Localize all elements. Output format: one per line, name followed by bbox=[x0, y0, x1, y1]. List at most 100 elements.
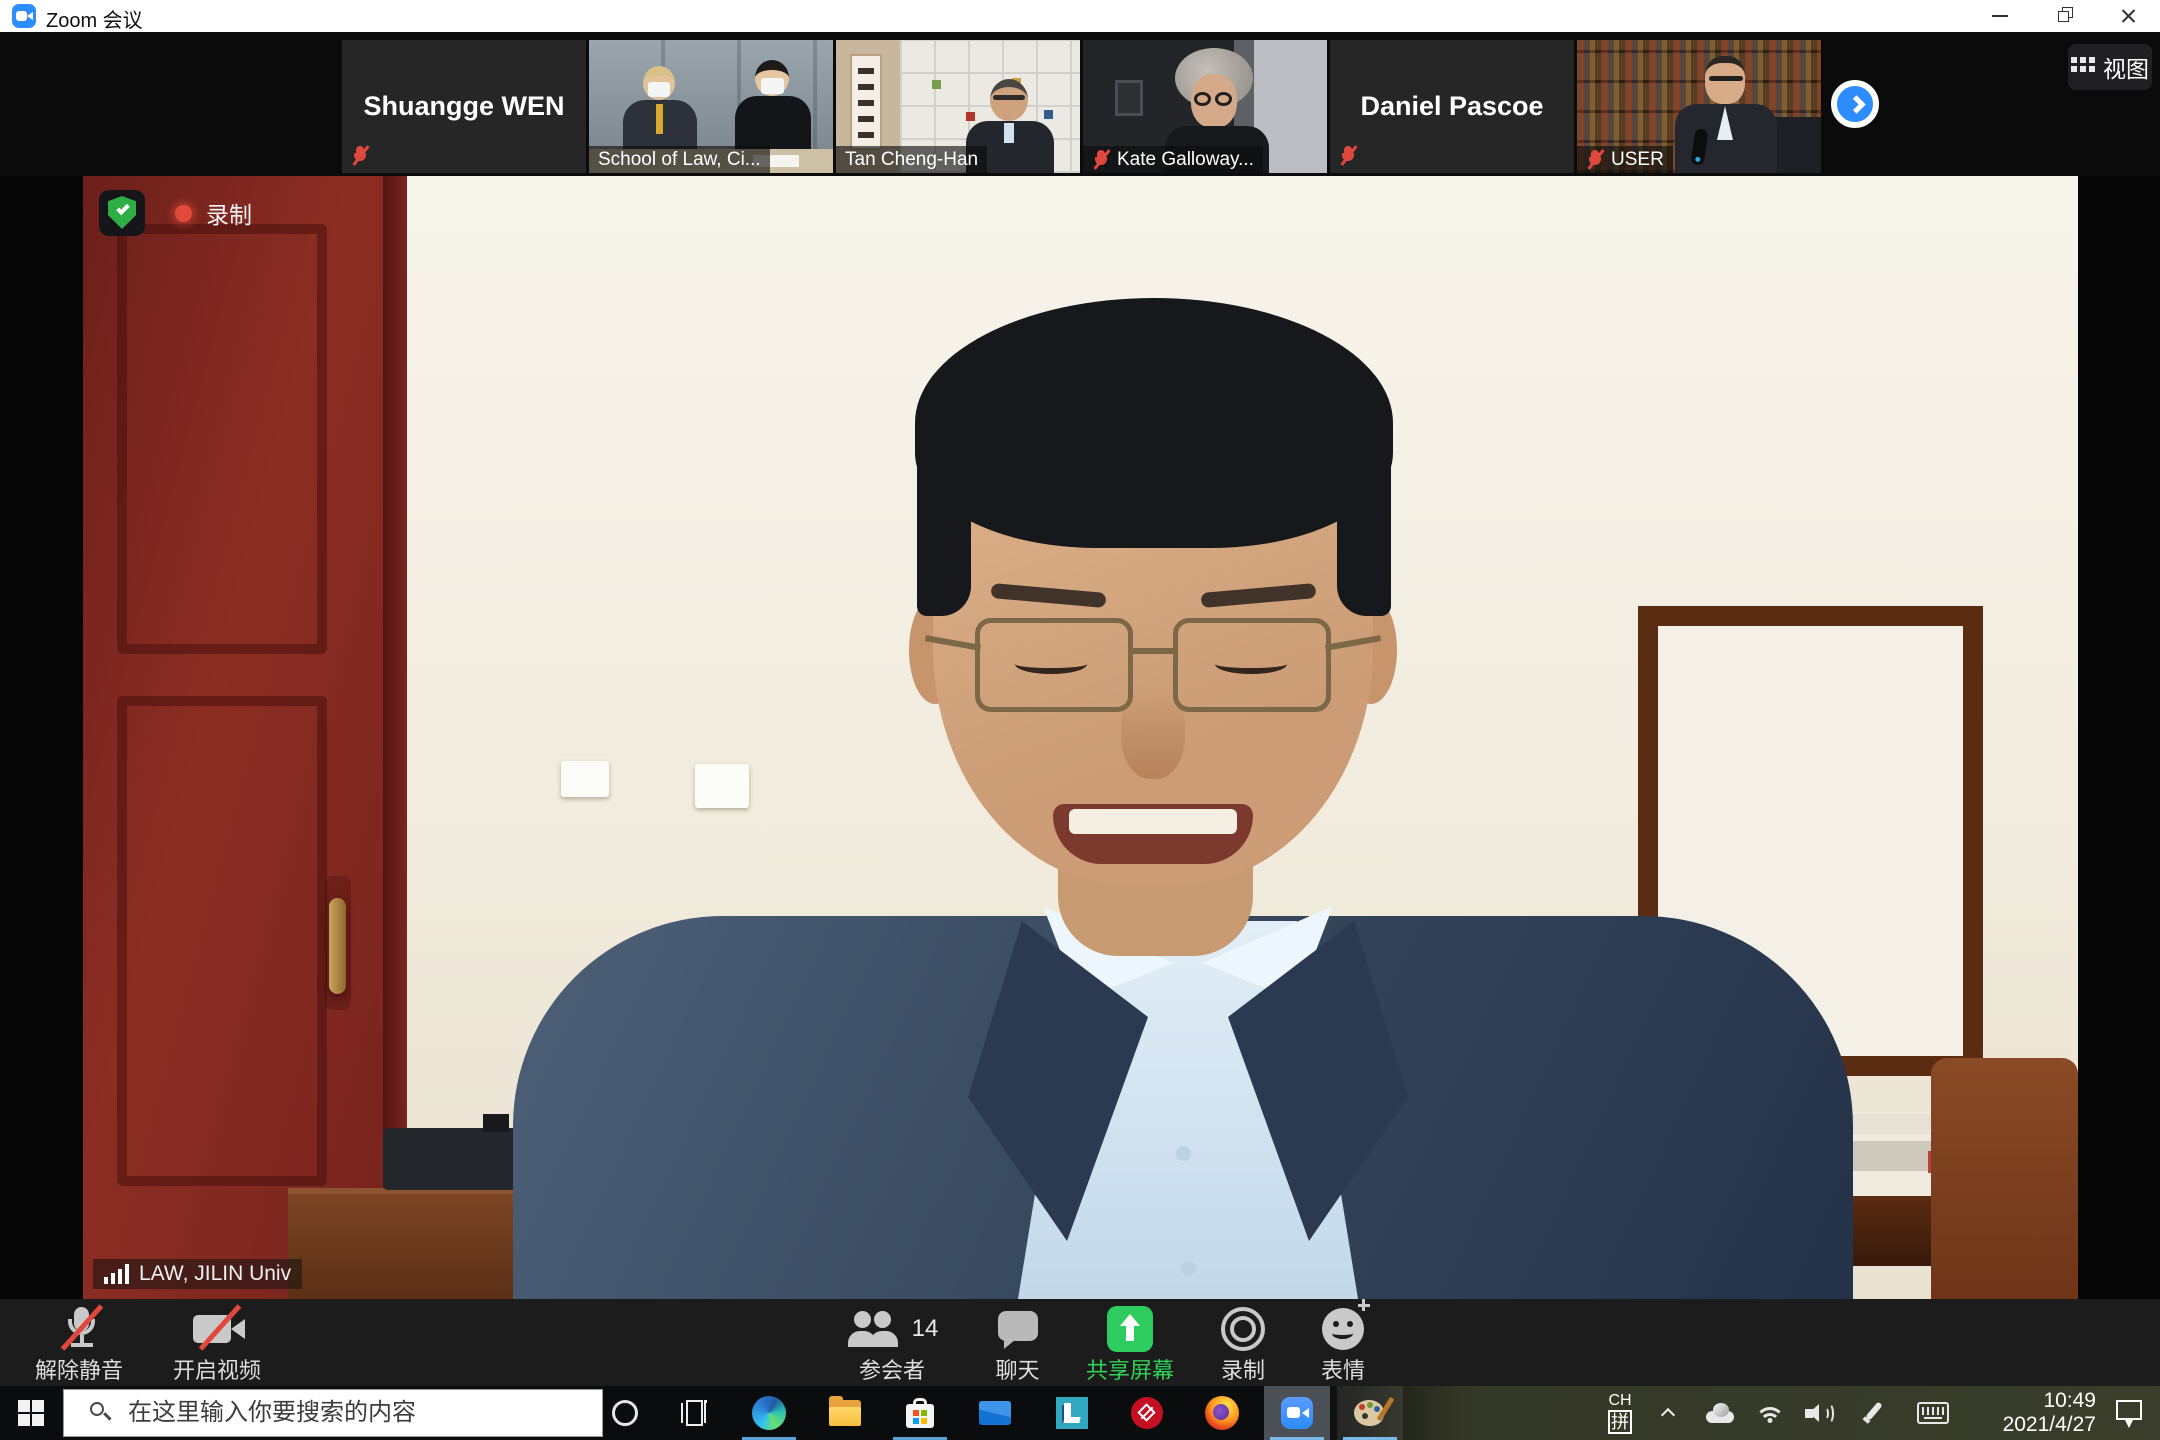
reactions-label: 表情 bbox=[1321, 1353, 1365, 1385]
clock-date: 2021/4/27 bbox=[2003, 1414, 2096, 1436]
chevron-right-icon bbox=[1847, 95, 1865, 113]
taskbar-app-l[interactable] bbox=[1039, 1386, 1105, 1440]
title-bar: Zoom 会议 bbox=[0, 0, 2160, 32]
share-screen-button[interactable]: 共享屏幕 bbox=[1062, 1299, 1198, 1386]
participant-tile-school-of-law[interactable]: School of Law, Ci... bbox=[589, 40, 833, 173]
meeting-control-bar: 解除静音 开启视频 14 参会者 聊天 共享屏幕 录制 bbox=[0, 1299, 2160, 1386]
participant-name: Tan Cheng-Han bbox=[845, 149, 978, 171]
tray-windows-ink[interactable] bbox=[1852, 1386, 1896, 1440]
zoom-icon bbox=[1281, 1397, 1313, 1429]
chat-label: 聊天 bbox=[995, 1353, 1039, 1385]
start-button[interactable] bbox=[0, 1386, 62, 1440]
tray-volume[interactable] bbox=[1798, 1386, 1842, 1440]
tray-touch-keyboard[interactable] bbox=[1908, 1386, 1958, 1440]
start-video-button[interactable]: 开启视频 bbox=[152, 1299, 282, 1386]
security-shield-icon[interactable] bbox=[99, 190, 145, 236]
participant-name-label: School of Law, Ci... bbox=[589, 146, 770, 173]
ime-lang-label: 拼 bbox=[1608, 1410, 1632, 1434]
taskbar-app-cube[interactable] bbox=[1114, 1386, 1180, 1440]
wifi-icon bbox=[1755, 1401, 1785, 1425]
reactions-button[interactable]: 表情 bbox=[1282, 1299, 1404, 1386]
video-thumbnail-strip: Shuangge WEN School of Law, Ci... bbox=[0, 32, 2160, 176]
unmute-label: 解除静音 bbox=[35, 1353, 123, 1385]
windows-taskbar: CH 拼 10:49 2021/4/27 bbox=[0, 1386, 2160, 1440]
task-view-icon bbox=[681, 1400, 709, 1426]
ime-language-indicator[interactable]: CH 拼 bbox=[1600, 1386, 1640, 1440]
search-input[interactable] bbox=[128, 1399, 568, 1427]
tray-clock[interactable]: 10:49 2021/4/27 bbox=[1968, 1386, 2096, 1440]
participants-button[interactable]: 14 参会者 bbox=[822, 1299, 962, 1386]
video-off-icon bbox=[185, 1307, 249, 1351]
participant-tile-shuangge-wen[interactable]: Shuangge WEN bbox=[342, 40, 586, 173]
muted-mic-icon bbox=[1586, 149, 1604, 171]
taskbar-app-store[interactable] bbox=[887, 1386, 953, 1440]
participant-name: School of Law, Ci... bbox=[598, 149, 761, 171]
cortana-button[interactable] bbox=[592, 1386, 658, 1440]
tray-onedrive[interactable] bbox=[1698, 1386, 1742, 1440]
taskbar-search-box[interactable] bbox=[63, 1389, 603, 1437]
recording-label: 录制 bbox=[206, 196, 252, 230]
participant-tile-daniel-pascoe[interactable]: Daniel Pascoe bbox=[1330, 40, 1574, 173]
share-screen-label: 共享屏幕 bbox=[1086, 1353, 1174, 1385]
door bbox=[83, 176, 383, 1299]
taskbar-app-zoom[interactable] bbox=[1264, 1386, 1330, 1440]
participant-tile-tan-cheng-han[interactable]: Tan Cheng-Han bbox=[836, 40, 1080, 173]
recording-dot-icon bbox=[175, 205, 192, 222]
view-button[interactable]: 视图 bbox=[2068, 44, 2152, 90]
muted-mic-icon bbox=[351, 145, 369, 167]
tray-overflow-chevron[interactable] bbox=[1650, 1386, 1688, 1440]
share-screen-icon bbox=[1107, 1306, 1153, 1352]
cortana-icon bbox=[612, 1400, 638, 1426]
zoom-app-icon bbox=[12, 4, 36, 28]
action-center-button[interactable] bbox=[2108, 1386, 2152, 1440]
view-button-label: 视图 bbox=[2103, 50, 2149, 84]
calligraphy-scroll bbox=[852, 56, 880, 148]
main-stage: 录制 LAW, JILIN Univ bbox=[0, 176, 2160, 1299]
start-video-label: 开启视频 bbox=[173, 1353, 261, 1385]
speaker-name: LAW, JILIN Univ bbox=[139, 1262, 291, 1286]
taskbar-app-edge[interactable] bbox=[736, 1386, 802, 1440]
l-app-icon bbox=[1056, 1397, 1088, 1429]
edge-icon bbox=[752, 1396, 786, 1430]
taskbar-app-paint[interactable] bbox=[1337, 1386, 1403, 1440]
close-button[interactable] bbox=[2096, 0, 2160, 32]
participant-name: Kate Galloway... bbox=[1117, 149, 1254, 171]
participants-icon bbox=[846, 1307, 910, 1351]
chair bbox=[1931, 1058, 2078, 1299]
taskbar-app-file-explorer[interactable] bbox=[812, 1386, 878, 1440]
muted-mic-icon bbox=[1339, 145, 1357, 167]
participant-tile-user[interactable]: USER bbox=[1577, 40, 1821, 173]
speaker-person bbox=[513, 216, 1853, 1299]
speaker-name-label: LAW, JILIN Univ bbox=[93, 1259, 302, 1289]
participant-name: Shuangge WEN bbox=[342, 40, 586, 173]
taskbar-app-firefox[interactable] bbox=[1189, 1386, 1255, 1440]
person-figure bbox=[1667, 56, 1787, 173]
mail-icon bbox=[979, 1401, 1011, 1425]
tray-network[interactable] bbox=[1748, 1386, 1792, 1440]
chat-icon bbox=[994, 1307, 1042, 1351]
windows-logo-icon bbox=[18, 1400, 44, 1426]
participant-name-label: Tan Cheng-Han bbox=[836, 146, 987, 173]
picture-frame bbox=[1115, 80, 1143, 116]
participants-count: 14 bbox=[912, 1315, 939, 1343]
door-handle bbox=[329, 898, 346, 994]
window-title: Zoom 会议 bbox=[46, 4, 143, 33]
next-page-button[interactable] bbox=[1831, 80, 1879, 128]
search-icon bbox=[90, 1402, 112, 1424]
active-speaker-video[interactable]: 录制 LAW, JILIN Univ bbox=[83, 176, 2078, 1299]
task-view-button[interactable] bbox=[662, 1386, 728, 1440]
minimize-button[interactable] bbox=[1968, 0, 2032, 32]
participant-name: USER bbox=[1611, 149, 1664, 171]
muted-mic-icon bbox=[1092, 149, 1110, 171]
file-explorer-icon bbox=[829, 1400, 861, 1426]
recording-indicator: 录制 bbox=[99, 190, 252, 236]
unmute-button[interactable]: 解除静音 bbox=[14, 1299, 144, 1386]
reactions-icon bbox=[1322, 1308, 1364, 1350]
restore-button[interactable] bbox=[2032, 0, 2096, 32]
taskbar-app-mail[interactable] bbox=[962, 1386, 1028, 1440]
cloud-icon bbox=[1704, 1403, 1736, 1423]
participant-tile-kate-galloway[interactable]: Kate Galloway... bbox=[1083, 40, 1327, 173]
record-icon bbox=[1221, 1307, 1265, 1351]
red-cube-app-icon bbox=[1131, 1397, 1163, 1429]
paint-palette-icon bbox=[1354, 1398, 1386, 1428]
